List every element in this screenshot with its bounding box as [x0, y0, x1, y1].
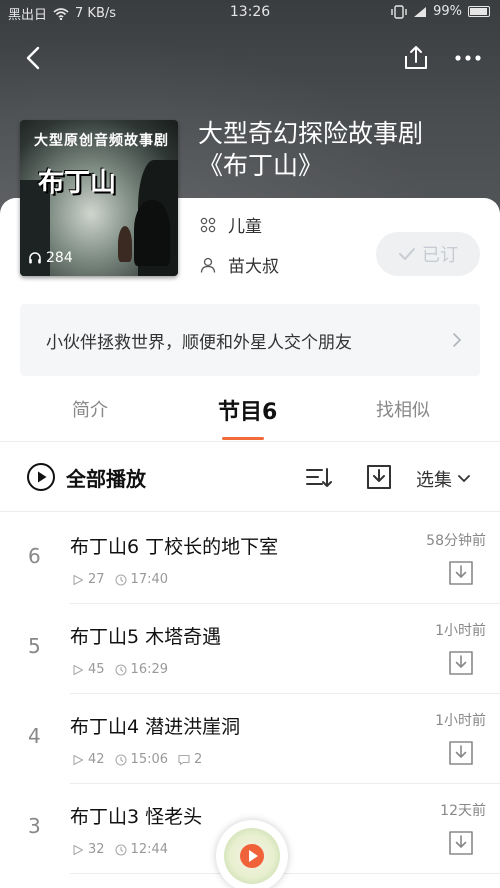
play-all-label: 全部播放 — [66, 466, 146, 491]
play-icon — [240, 844, 264, 868]
album-title-line1: 大型奇幻探险故事剧 — [198, 119, 424, 148]
episode-time-ago: 1小时前 — [435, 623, 486, 639]
episode-plays-value: 27 — [88, 572, 105, 587]
play-count-icon — [73, 664, 84, 675]
more-icon[interactable] — [452, 44, 484, 72]
cover-play-count: 284 — [28, 250, 73, 266]
select-episodes-button[interactable]: 选集 — [416, 466, 470, 492]
episode-title: 布丁山5 木塔奇遇 — [70, 626, 222, 648]
cover-title: 布丁山 — [38, 168, 117, 198]
clock-icon — [114, 753, 127, 766]
episode-plays: 45 — [72, 662, 105, 677]
episode-comments: 2 — [178, 752, 202, 767]
episode-title: 布丁山3 怪老头 — [70, 806, 203, 828]
headphone-icon — [29, 252, 41, 264]
status-bar: 黑出日 7 KB/s 13:26 99% — [0, 0, 500, 24]
download-icon[interactable] — [448, 650, 474, 676]
chevron-right-icon — [453, 333, 462, 347]
album-cover: 大型原创音频故事剧 布丁山 284 — [20, 120, 178, 276]
vibrate-icon — [391, 4, 407, 19]
play-all-button[interactable]: 全部播放 — [26, 462, 146, 492]
download-icon[interactable] — [448, 560, 474, 586]
episode-plays-value: 32 — [88, 842, 105, 857]
episode-row[interactable]: 4 布丁山4 潜进洪崖洞 42 15:06 2 1小时前 — [0, 694, 500, 784]
episode-plays-value: 45 — [88, 662, 105, 677]
episode-stats: 42 15:06 2 — [72, 752, 202, 767]
album-category[interactable]: 儿童 — [200, 212, 262, 237]
tab-episodes[interactable]: 节目6 — [218, 394, 277, 426]
cover-monster-silhouette — [134, 200, 170, 266]
episode-comments-value: 2 — [194, 752, 203, 767]
comment-icon — [178, 754, 190, 765]
album-category-label: 儿童 — [228, 217, 262, 237]
episode-title: 布丁山6 丁校长的地下室 — [70, 536, 279, 558]
album-title-line2: 《布丁山》 — [198, 151, 324, 180]
grid-icon — [200, 217, 216, 232]
player-disc — [224, 828, 280, 884]
episode-duration: 17:40 — [114, 572, 169, 587]
play-count-icon — [73, 844, 84, 855]
sort-icon[interactable] — [304, 465, 332, 491]
signal-icon — [414, 6, 427, 17]
cover-subtitle: 大型原创音频故事剧 — [34, 133, 169, 149]
episode-row[interactable]: 6 布丁山6 丁校长的地下室 27 17:40 58分钟前 — [0, 514, 500, 604]
tab-similar[interactable]: 找相似 — [376, 396, 430, 422]
episode-duration: 16:29 — [114, 662, 169, 677]
album-description-text: 小伙伴拯救世界，顺便和外星人交个朋友 — [46, 332, 352, 353]
tab-intro[interactable]: 简介 — [72, 396, 108, 422]
episode-time-ago: 12天前 — [440, 803, 486, 819]
episode-duration-value: 17:40 — [130, 572, 169, 587]
episode-time-ago: 1小时前 — [435, 713, 486, 729]
album-title: 大型奇幻探险故事剧 《布丁山》 — [198, 118, 488, 182]
episode-number: 4 — [28, 724, 41, 748]
battery-icon — [468, 6, 490, 17]
episode-toolbar: 全部播放 选集 — [0, 446, 500, 512]
subscribe-label: 已订 — [422, 245, 458, 266]
episode-duration-value: 15:06 — [130, 752, 169, 767]
download-icon[interactable] — [448, 740, 474, 766]
episode-plays: 27 — [72, 572, 105, 587]
download-icon[interactable] — [365, 463, 393, 491]
download-icon[interactable] — [448, 830, 474, 856]
play-circle-icon — [27, 463, 55, 491]
clock-icon — [114, 843, 127, 856]
floating-player-button[interactable] — [216, 820, 288, 888]
album-author[interactable]: 苗大叔 — [200, 252, 279, 277]
share-icon[interactable] — [402, 44, 430, 72]
clock-icon — [114, 573, 127, 586]
subscribe-button[interactable]: 已订 — [376, 232, 480, 276]
episode-row[interactable]: 5 布丁山5 木塔奇遇 45 16:29 1小时前 — [0, 604, 500, 694]
play-count-icon — [73, 754, 84, 765]
active-tab-indicator — [222, 437, 264, 440]
select-episodes-label: 选集 — [416, 470, 452, 491]
episode-number: 6 — [28, 544, 41, 568]
check-icon — [399, 248, 415, 260]
episode-duration-value: 12:44 — [130, 842, 169, 857]
person-icon — [200, 257, 216, 273]
episode-stats: 27 17:40 — [72, 572, 168, 587]
clock-icon — [114, 663, 127, 676]
episode-stats: 32 12:44 — [72, 842, 168, 857]
status-right: 99% — [391, 4, 490, 19]
episode-plays-value: 42 — [88, 752, 105, 767]
episode-duration: 15:06 — [114, 752, 169, 767]
tab-bar: 简介 节目6 找相似 — [0, 382, 500, 442]
play-count-icon — [73, 574, 84, 585]
cover-child-figure — [118, 226, 132, 262]
episode-duration-value: 16:29 — [130, 662, 169, 677]
episode-stats: 45 16:29 — [72, 662, 168, 677]
album-author-label: 苗大叔 — [228, 257, 279, 277]
episode-time-ago: 58分钟前 — [426, 533, 486, 549]
episode-plays: 42 — [72, 752, 105, 767]
chevron-down-icon — [458, 475, 470, 483]
episode-number: 5 — [28, 634, 41, 658]
episode-number: 3 — [28, 814, 41, 838]
back-arrow-icon[interactable] — [20, 44, 48, 72]
cover-play-count-value: 284 — [46, 250, 73, 266]
episode-duration: 12:44 — [114, 842, 169, 857]
album-description[interactable]: 小伙伴拯救世界，顺便和外星人交个朋友 — [20, 304, 480, 376]
battery-percent: 99% — [433, 4, 462, 19]
episode-title: 布丁山4 潜进洪崖洞 — [70, 716, 241, 738]
episode-plays: 32 — [72, 842, 105, 857]
